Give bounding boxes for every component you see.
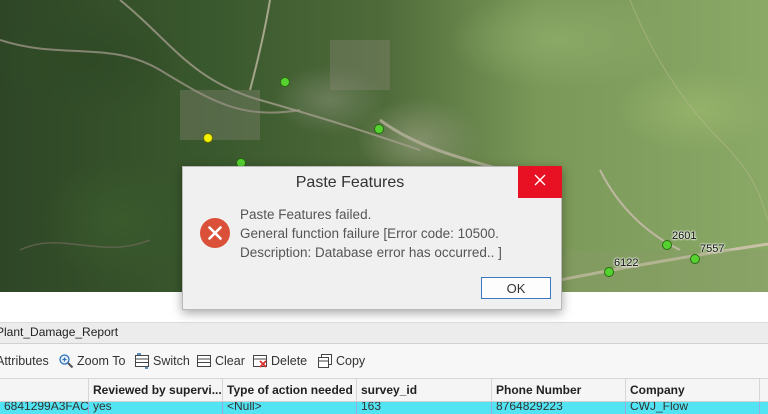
close-button[interactable]	[518, 166, 562, 198]
map-point-label: 7557	[700, 243, 725, 255]
map-point-selected[interactable]	[203, 133, 213, 143]
error-message-line: Description: Database error has occurred…	[240, 245, 502, 260]
dialog-title: Paste Features	[295, 174, 405, 191]
table-row[interactable]: 6841299A3FAC} yes <Null> 163 8764829223 …	[0, 402, 768, 414]
attribute-table-pane: Plant_Damage_Report Attributes Zoom To S…	[0, 292, 768, 414]
cell-reviewed[interactable]: yes	[89, 402, 223, 414]
delete-button[interactable]: Delete	[252, 353, 307, 369]
paste-features-dialog: Paste Features Paste Features failed. Ge…	[182, 166, 562, 310]
copy-button[interactable]: Copy	[317, 353, 365, 369]
map-point-label: 6122	[614, 257, 639, 269]
table-tab-strip: Plant_Damage_Report	[0, 323, 768, 344]
cell-survey-id[interactable]: 163	[357, 402, 492, 414]
attributes-label: Attributes	[0, 354, 49, 368]
close-icon	[534, 173, 546, 191]
switch-button[interactable]: Switch	[134, 353, 190, 369]
layer-tab[interactable]: Plant_Damage_Report	[0, 325, 118, 339]
error-message-line: Paste Features failed.	[240, 207, 372, 222]
cell-company[interactable]: CWJ_Flow	[626, 402, 760, 414]
cell-phone[interactable]: 8764829223	[492, 402, 626, 414]
copy-label: Copy	[336, 354, 366, 368]
map-point-label: 2601	[672, 230, 697, 242]
delete-icon	[252, 353, 268, 369]
map-point[interactable]	[604, 267, 614, 277]
table-header-row: Reviewed by supervi... Type of action ne…	[0, 379, 768, 402]
map-point[interactable]	[690, 254, 700, 264]
cell-globalid[interactable]: 6841299A3FAC}	[0, 402, 89, 414]
clear-selection-icon	[196, 353, 212, 369]
zoom-to-label: Zoom To	[77, 354, 126, 368]
column-header-action[interactable]: Type of action needed	[223, 379, 357, 401]
error-message-line: General function failure [Error code: 10…	[240, 226, 499, 241]
error-icon	[200, 218, 230, 248]
map-point[interactable]	[662, 240, 672, 250]
column-header-survey-id[interactable]: survey_id	[357, 379, 492, 401]
map-point[interactable]	[280, 77, 290, 87]
copy-icon	[317, 353, 333, 369]
switch-label: Switch	[153, 354, 190, 368]
zoom-to-button[interactable]: Zoom To	[58, 353, 125, 369]
column-header-company[interactable]: Company	[626, 379, 760, 401]
attributes-button[interactable]: Attributes	[0, 353, 49, 369]
column-header-reviewed[interactable]: Reviewed by supervi...	[89, 379, 223, 401]
column-header[interactable]	[0, 379, 89, 401]
delete-label: Delete	[271, 354, 308, 368]
cell-action[interactable]: <Null>	[223, 402, 357, 414]
column-header-phone[interactable]: Phone Number	[492, 379, 626, 401]
zoom-to-icon	[58, 353, 74, 369]
table-toolbar: Attributes Zoom To Switch Clear Delete C…	[0, 344, 768, 379]
clear-button[interactable]: Clear	[196, 353, 245, 369]
map-point[interactable]	[374, 124, 384, 134]
switch-selection-icon	[134, 353, 150, 369]
column-header[interactable]	[760, 379, 768, 401]
ok-button[interactable]: OK	[481, 277, 551, 299]
clear-label: Clear	[215, 354, 245, 368]
